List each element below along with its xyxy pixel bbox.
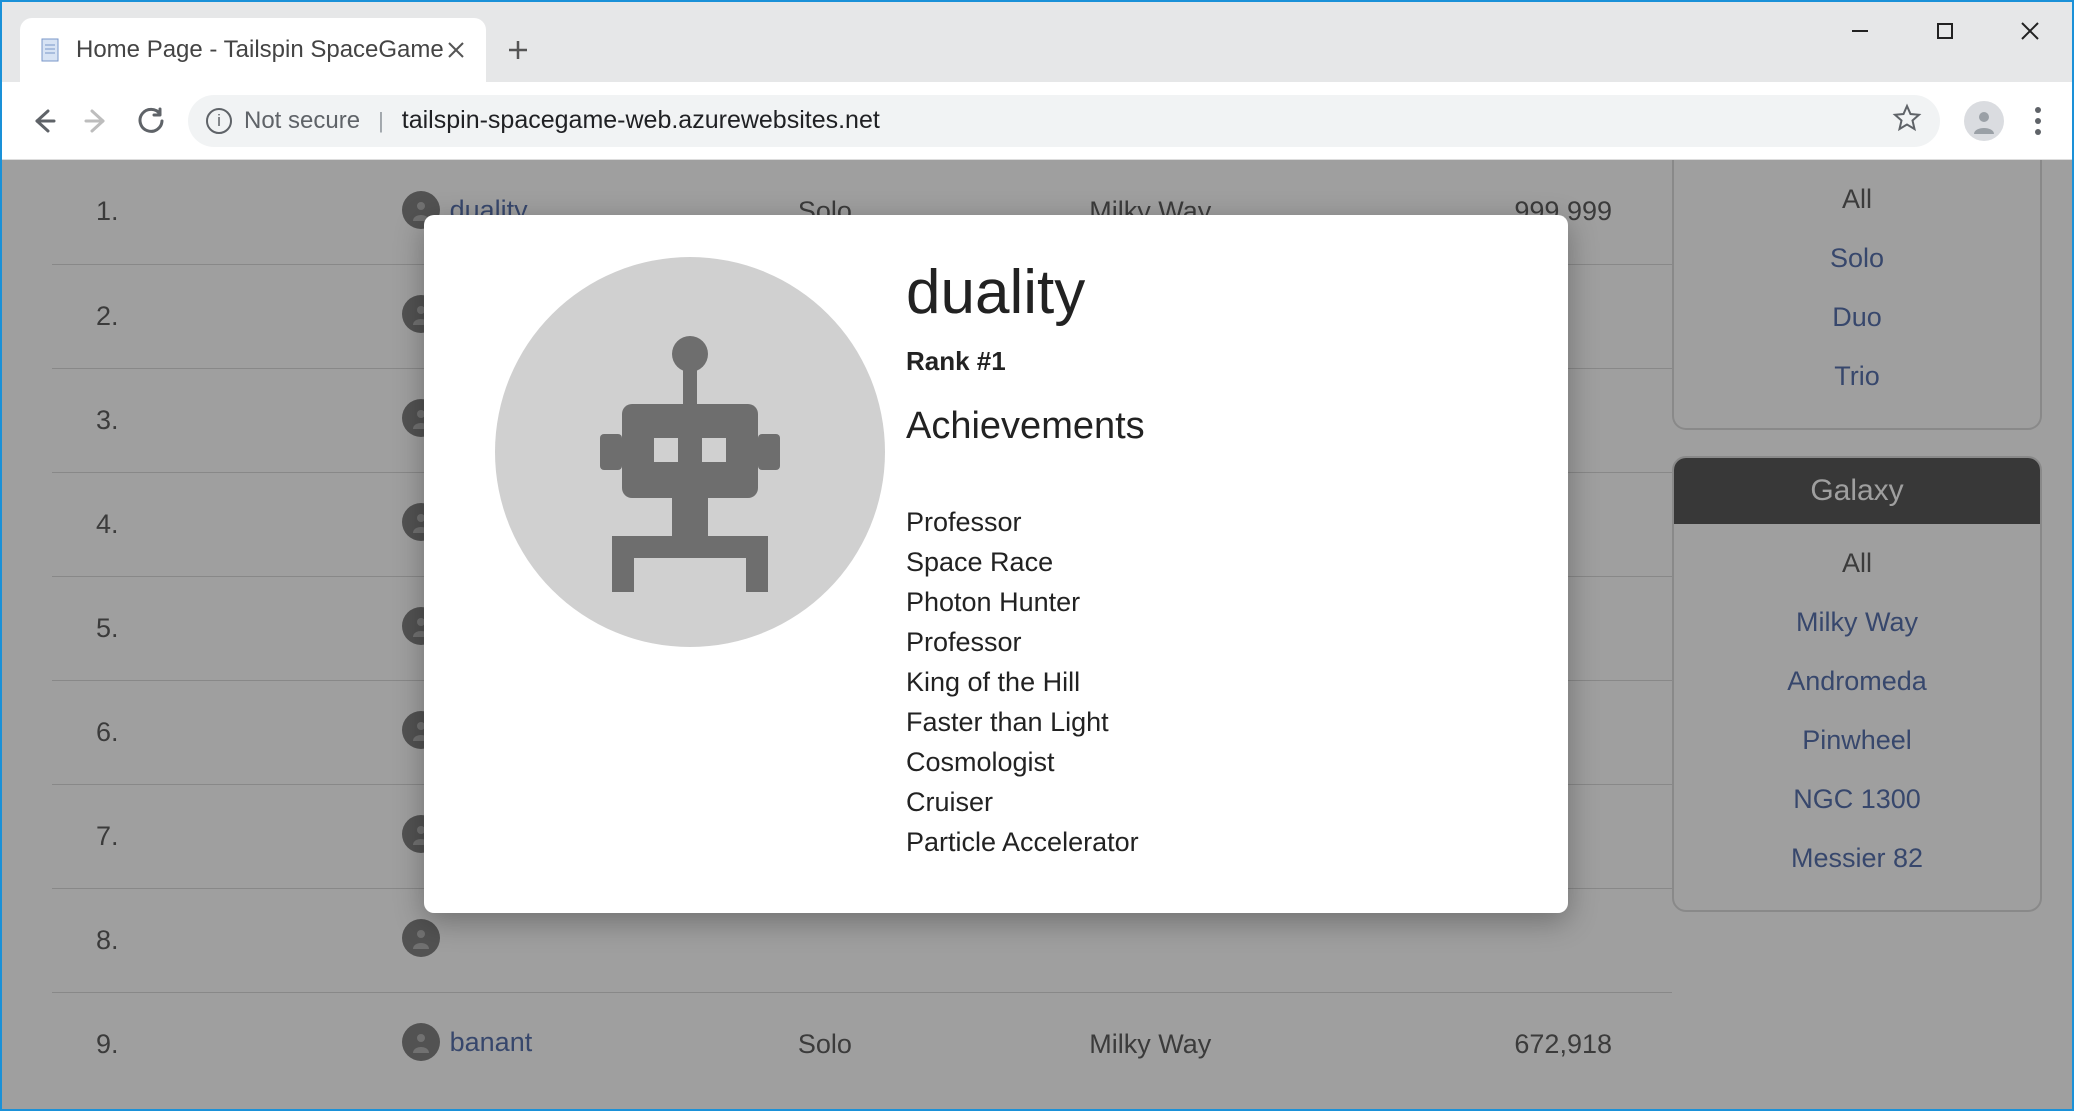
forward-button[interactable] xyxy=(74,98,120,144)
browser-menu-button[interactable] xyxy=(2018,101,2058,141)
tab-close-button[interactable] xyxy=(444,38,468,62)
achievement-item: Cosmologist xyxy=(906,743,1518,783)
modal-player-name: duality xyxy=(906,257,1518,328)
tab-favicon-icon xyxy=(38,36,62,64)
bookmark-button[interactable] xyxy=(1892,103,1922,138)
new-tab-button[interactable] xyxy=(486,18,550,82)
info-icon: i xyxy=(206,108,232,134)
player-profile-modal: duality Rank #1 Achievements ProfessorSp… xyxy=(424,215,1568,913)
minimize-button[interactable] xyxy=(1817,2,1902,60)
robot-icon xyxy=(560,312,820,592)
window-controls xyxy=(1817,2,2072,82)
not-secure-label: Not secure xyxy=(244,107,360,135)
tab-title: Home Page - Tailspin SpaceGame xyxy=(76,36,444,64)
achievements-list: ProfessorSpace RacePhoton HunterProfesso… xyxy=(906,503,1518,863)
achievement-item: Particle Accelerator xyxy=(906,823,1518,863)
achievement-item: Faster than Light xyxy=(906,703,1518,743)
address-bar[interactable]: i Not secure | tailspin-spacegame-web.az… xyxy=(188,95,1940,147)
back-button[interactable] xyxy=(20,98,66,144)
achievement-item: King of the Hill xyxy=(906,663,1518,703)
security-indicator[interactable]: i Not secure xyxy=(206,107,360,135)
browser-tab[interactable]: Home Page - Tailspin SpaceGame xyxy=(20,18,486,82)
achievements-heading: Achievements xyxy=(906,405,1518,448)
url-text: tailspin-spacegame-web.azurewebsites.net xyxy=(402,106,880,135)
achievement-item: Professor xyxy=(906,623,1518,663)
separator: | xyxy=(378,108,384,134)
browser-toolbar: i Not secure | tailspin-spacegame-web.az… xyxy=(2,82,2072,160)
achievement-item: Cruiser xyxy=(906,783,1518,823)
close-window-button[interactable] xyxy=(1987,2,2072,60)
achievement-item: Photon Hunter xyxy=(906,583,1518,623)
profile-button[interactable] xyxy=(1964,101,2004,141)
page-viewport: 1.dualitySoloMilky Way999,9992.3.4.5.6.7… xyxy=(2,160,2072,1109)
achievement-item: Professor xyxy=(906,503,1518,543)
reload-button[interactable] xyxy=(128,98,174,144)
modal-rank-label: Rank #1 xyxy=(906,346,1518,377)
achievement-item: Space Race xyxy=(906,543,1518,583)
profile-avatar xyxy=(495,257,885,647)
window-titlebar: Home Page - Tailspin SpaceGame xyxy=(2,2,2072,82)
maximize-button[interactable] xyxy=(1902,2,1987,60)
